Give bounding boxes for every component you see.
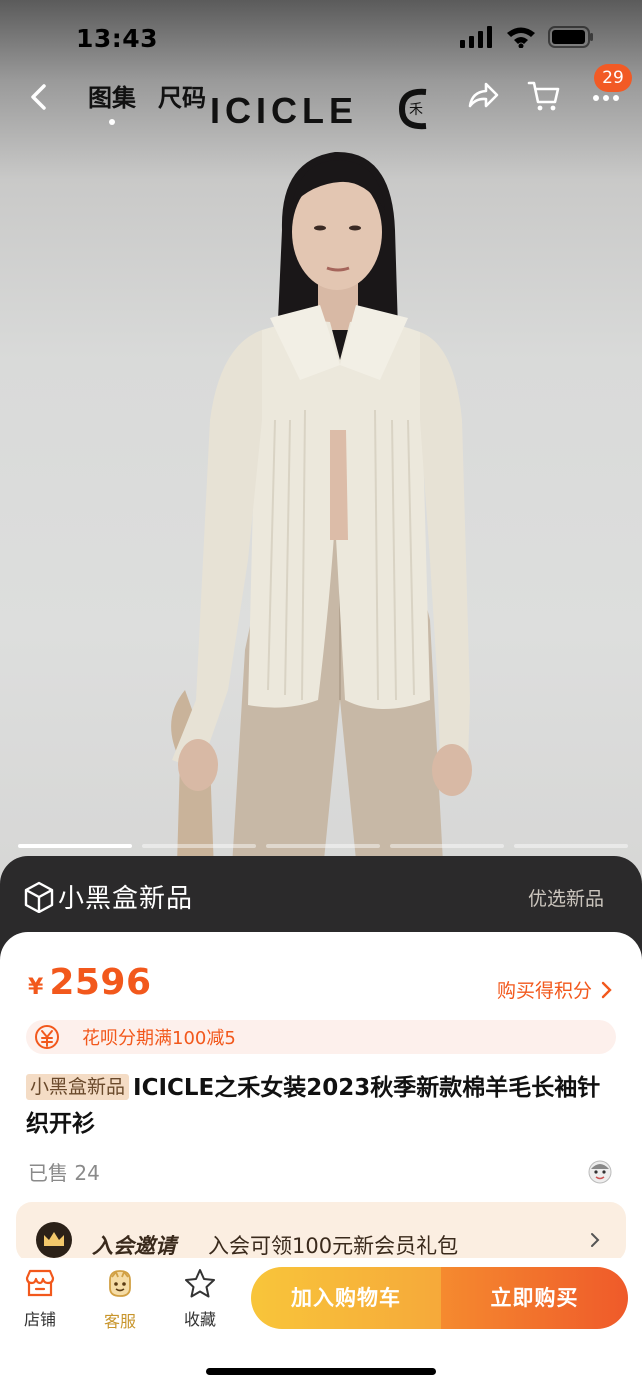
promo-text: 花呗分期满100减5 (82, 1028, 236, 1049)
customer-service-button[interactable]: 客服 (88, 1268, 152, 1332)
assistant-avatar-icon[interactable] (586, 1157, 614, 1185)
box-icon (24, 881, 54, 913)
blackbox-logo: 小黑盒新品 (24, 878, 193, 915)
crown-icon (36, 1222, 72, 1258)
status-icons (460, 26, 594, 48)
member-invite-text: 入会可领100元新会员礼包 (208, 1234, 459, 1258)
carousel-indicator[interactable] (514, 844, 628, 848)
svg-text:禾: 禾 (409, 102, 423, 118)
customer-service-icon (109, 1270, 131, 1297)
carousel-indicator[interactable] (390, 844, 504, 848)
sold-count: 已售 24 (28, 1161, 100, 1185)
buy-now-button[interactable]: 立即购买 (441, 1267, 628, 1329)
price-value: 2596 (49, 962, 152, 1003)
shop-label: 店铺 (23, 1310, 56, 1329)
product-image-carousel[interactable] (0, 0, 642, 900)
back-arrow-icon[interactable] (22, 80, 56, 114)
carousel-indicator[interactable] (266, 844, 380, 848)
blackbox-right-label[interactable]: 优选新品 (528, 884, 604, 911)
nav-tabs: 图集 尺码 (88, 78, 206, 125)
cart-icon[interactable] (526, 78, 562, 114)
favorite-button[interactable]: 收藏 (168, 1268, 232, 1330)
carousel-indicator[interactable] (18, 844, 132, 848)
chevron-right-icon (601, 981, 612, 998)
installment-icon (35, 1025, 59, 1049)
member-invite-title: 入会邀请 (92, 1234, 176, 1258)
installment-promo[interactable]: 花呗分期满100减5 (26, 1020, 616, 1054)
add-to-cart-button[interactable]: 加入购物车 (251, 1267, 441, 1329)
member-invite-banner[interactable]: 入会邀请 入会可领100元新会员礼包 (16, 1202, 626, 1262)
cart-count-badge: 29 (594, 64, 632, 92)
currency-symbol: ¥ (28, 975, 44, 1000)
home-indicator[interactable] (206, 1368, 436, 1375)
share-icon[interactable] (464, 78, 500, 114)
shop-button[interactable]: 店铺 (8, 1268, 72, 1330)
wifi-icon (507, 27, 535, 48)
blackbox-title: 小黑盒新品 (58, 884, 194, 914)
tab-gallery[interactable]: 图集 (88, 78, 136, 125)
customer-service-label: 客服 (103, 1312, 136, 1331)
product-info-card: ¥ 2596 购买得积分 花呗分期满100减5 小黑盒新品 ICICLE之禾女装2… (0, 932, 642, 1272)
shop-icon (25, 1269, 55, 1297)
chevron-right-icon (591, 1233, 600, 1247)
battery-icon (548, 26, 593, 48)
brand-mark-icon: 禾 (398, 88, 427, 130)
product-title: 小黑盒新品 ICICLE之禾女装2023秋季新款棉羊毛长袖针织开衫 (26, 1070, 616, 1142)
status-time: 13:43 (76, 24, 159, 53)
points-link-label: 购买得积分 (496, 980, 592, 1002)
carousel-indicator[interactable] (142, 844, 256, 848)
favorite-label: 收藏 (183, 1310, 216, 1329)
signal-icon (460, 26, 492, 48)
tab-size[interactable]: 尺码 (158, 78, 206, 113)
star-icon (185, 1269, 215, 1298)
product-photo (171, 151, 472, 900)
product-detail-page: 13:43 图集 尺码 ICICLE 禾 29 小黑盒新品 优选新品 ¥ 259… (0, 0, 642, 1389)
brand-logo: ICICLE (210, 90, 359, 131)
price: ¥ 2596 (28, 962, 152, 1003)
carousel-indicators (18, 844, 628, 848)
points-link[interactable]: 购买得积分 (497, 976, 612, 1003)
title-tag: 小黑盒新品 (26, 1074, 130, 1100)
